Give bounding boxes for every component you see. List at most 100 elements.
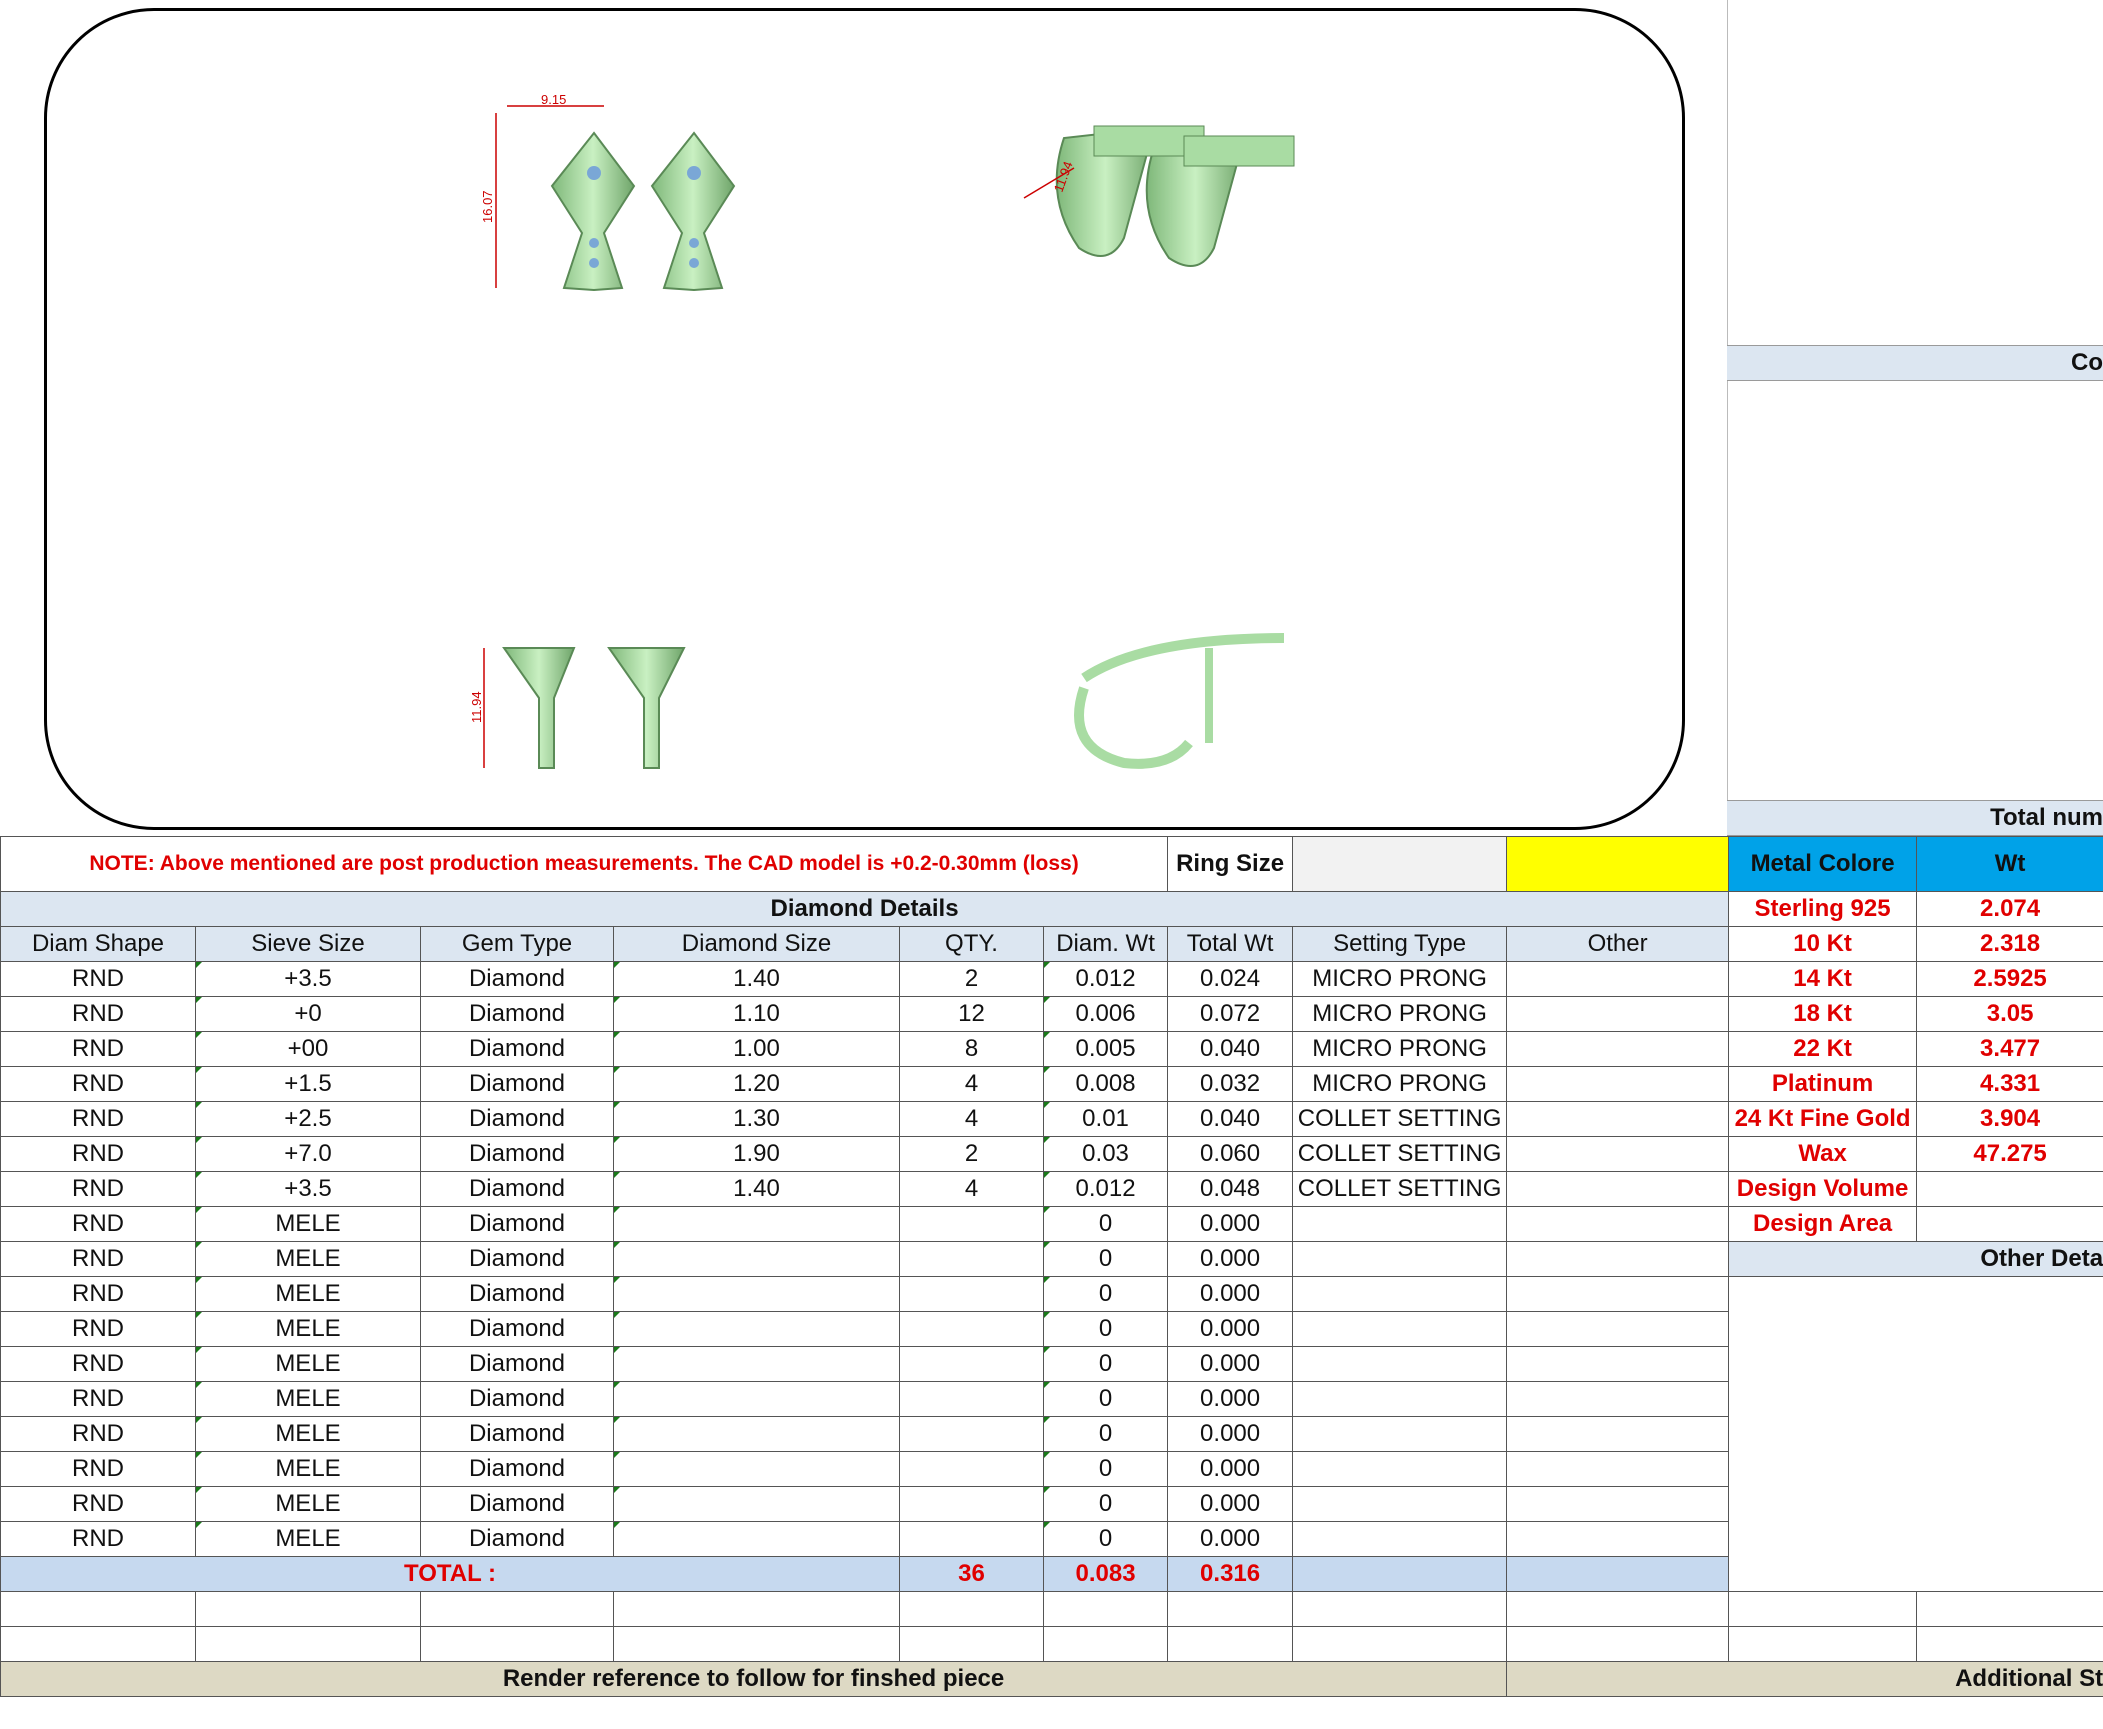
diamond-cell[interactable]: MELE xyxy=(195,1416,421,1452)
diamond-cell[interactable]: RND xyxy=(0,1521,196,1557)
diamond-cell[interactable]: MELE xyxy=(195,1276,421,1312)
diamond-cell[interactable]: Diamond xyxy=(420,961,614,997)
diamond-cell[interactable]: +3.5 xyxy=(195,1171,421,1207)
diamond-cell[interactable]: 4 xyxy=(899,1171,1044,1207)
diamond-cell[interactable] xyxy=(1506,1346,1730,1382)
diamond-cell[interactable]: RND xyxy=(0,1066,196,1102)
diamond-cell[interactable] xyxy=(613,1521,900,1557)
diamond-cell[interactable]: 0.072 xyxy=(1167,996,1294,1032)
diamond-cell[interactable]: 4 xyxy=(899,1066,1044,1102)
diamond-cell[interactable]: 0 xyxy=(1042,1276,1169,1312)
diamond-cell[interactable]: Diamond xyxy=(420,1101,614,1137)
diamond-cell[interactable]: RND xyxy=(0,1206,196,1242)
diamond-cell[interactable]: RND xyxy=(0,1311,196,1347)
diamond-cell[interactable]: Diamond xyxy=(420,1241,614,1277)
diamond-cell[interactable]: 0.000 xyxy=(1167,1276,1294,1312)
diamond-cell[interactable]: RND xyxy=(0,1171,196,1207)
diamond-cell[interactable]: +3.5 xyxy=(195,961,421,997)
diamond-cell[interactable]: +7.0 xyxy=(195,1136,421,1172)
diamond-cell[interactable] xyxy=(1506,1486,1730,1522)
diamond-cell[interactable]: 0 xyxy=(1042,1451,1169,1487)
diamond-cell[interactable] xyxy=(1506,1416,1730,1452)
diamond-cell[interactable]: Diamond xyxy=(420,1276,614,1312)
diamond-cell[interactable] xyxy=(899,1206,1044,1242)
diamond-cell[interactable]: Diamond xyxy=(420,1031,614,1067)
diamond-cell[interactable]: Diamond xyxy=(420,1136,614,1172)
diamond-cell[interactable]: RND xyxy=(0,1241,196,1277)
diamond-cell[interactable] xyxy=(1506,1381,1730,1417)
diamond-cell[interactable]: +00 xyxy=(195,1031,421,1067)
diamond-cell[interactable]: Diamond xyxy=(420,1346,614,1382)
diamond-cell[interactable]: 1.00 xyxy=(613,1031,900,1067)
diamond-cell[interactable]: RND xyxy=(0,1101,196,1137)
diamond-cell[interactable] xyxy=(1506,1101,1730,1137)
diamond-cell[interactable]: RND xyxy=(0,1381,196,1417)
diamond-cell[interactable]: RND xyxy=(0,1276,196,1312)
diamond-cell[interactable] xyxy=(899,1276,1044,1312)
diamond-cell[interactable]: RND xyxy=(0,1136,196,1172)
diamond-cell[interactable]: MELE xyxy=(195,1451,421,1487)
diamond-cell[interactable]: MICRO PRONG xyxy=(1292,1031,1508,1067)
diamond-cell[interactable] xyxy=(1506,996,1730,1032)
diamond-cell[interactable]: MELE xyxy=(195,1311,421,1347)
diamond-cell[interactable]: RND xyxy=(0,1031,196,1067)
diamond-cell[interactable]: 0 xyxy=(1042,1416,1169,1452)
diamond-cell[interactable]: 0.000 xyxy=(1167,1206,1294,1242)
diamond-cell[interactable]: 0.000 xyxy=(1167,1346,1294,1382)
diamond-cell[interactable]: 0.000 xyxy=(1167,1416,1294,1452)
diamond-cell[interactable] xyxy=(899,1486,1044,1522)
diamond-cell[interactable] xyxy=(613,1486,900,1522)
diamond-cell[interactable]: 0.03 xyxy=(1042,1136,1169,1172)
diamond-cell[interactable]: 0.01 xyxy=(1042,1101,1169,1137)
diamond-cell[interactable]: 0 xyxy=(1042,1206,1169,1242)
diamond-cell[interactable] xyxy=(1506,1066,1730,1102)
diamond-cell[interactable]: RND xyxy=(0,1416,196,1452)
diamond-cell[interactable]: MICRO PRONG xyxy=(1292,1066,1508,1102)
diamond-cell[interactable] xyxy=(613,1241,900,1277)
diamond-cell[interactable]: 0.000 xyxy=(1167,1381,1294,1417)
diamond-cell[interactable]: 0.040 xyxy=(1167,1031,1294,1067)
diamond-cell[interactable]: COLLET SETTING xyxy=(1292,1136,1508,1172)
diamond-cell[interactable] xyxy=(1292,1521,1508,1557)
diamond-cell[interactable]: MELE xyxy=(195,1521,421,1557)
diamond-cell[interactable] xyxy=(613,1206,900,1242)
diamond-cell[interactable]: 0.000 xyxy=(1167,1311,1294,1347)
diamond-cell[interactable]: 0.012 xyxy=(1042,1171,1169,1207)
diamond-cell[interactable]: RND xyxy=(0,1451,196,1487)
diamond-cell[interactable] xyxy=(1506,1276,1730,1312)
diamond-cell[interactable]: MICRO PRONG xyxy=(1292,961,1508,997)
diamond-cell[interactable] xyxy=(613,1451,900,1487)
diamond-cell[interactable] xyxy=(1292,1416,1508,1452)
diamond-cell[interactable]: +2.5 xyxy=(195,1101,421,1137)
diamond-cell[interactable]: 1.20 xyxy=(613,1066,900,1102)
diamond-cell[interactable]: 12 xyxy=(899,996,1044,1032)
diamond-cell[interactable] xyxy=(1292,1381,1508,1417)
diamond-cell[interactable] xyxy=(899,1346,1044,1382)
diamond-cell[interactable]: 0 xyxy=(1042,1346,1169,1382)
diamond-cell[interactable] xyxy=(1506,1521,1730,1557)
diamond-cell[interactable]: 2 xyxy=(899,961,1044,997)
diamond-cell[interactable] xyxy=(1506,961,1730,997)
diamond-cell[interactable]: Diamond xyxy=(420,1171,614,1207)
diamond-cell[interactable]: 0.048 xyxy=(1167,1171,1294,1207)
diamond-cell[interactable]: 0 xyxy=(1042,1381,1169,1417)
diamond-cell[interactable]: 0.024 xyxy=(1167,961,1294,997)
diamond-cell[interactable] xyxy=(899,1416,1044,1452)
diamond-cell[interactable]: Diamond xyxy=(420,1521,614,1557)
diamond-cell[interactable]: +1.5 xyxy=(195,1066,421,1102)
diamond-cell[interactable] xyxy=(1292,1346,1508,1382)
diamond-cell[interactable]: MELE xyxy=(195,1486,421,1522)
diamond-cell[interactable] xyxy=(1506,1311,1730,1347)
diamond-cell[interactable]: 0.006 xyxy=(1042,996,1169,1032)
diamond-cell[interactable]: 0.005 xyxy=(1042,1031,1169,1067)
diamond-cell[interactable]: 0.000 xyxy=(1167,1521,1294,1557)
diamond-cell[interactable] xyxy=(613,1416,900,1452)
diamond-cell[interactable]: Diamond xyxy=(420,996,614,1032)
diamond-cell[interactable] xyxy=(1506,1206,1730,1242)
diamond-cell[interactable]: +0 xyxy=(195,996,421,1032)
diamond-cell[interactable]: Diamond xyxy=(420,1066,614,1102)
diamond-cell[interactable]: 0.060 xyxy=(1167,1136,1294,1172)
diamond-cell[interactable]: 1.90 xyxy=(613,1136,900,1172)
diamond-cell[interactable]: COLLET SETTING xyxy=(1292,1101,1508,1137)
diamond-cell[interactable]: COLLET SETTING xyxy=(1292,1171,1508,1207)
